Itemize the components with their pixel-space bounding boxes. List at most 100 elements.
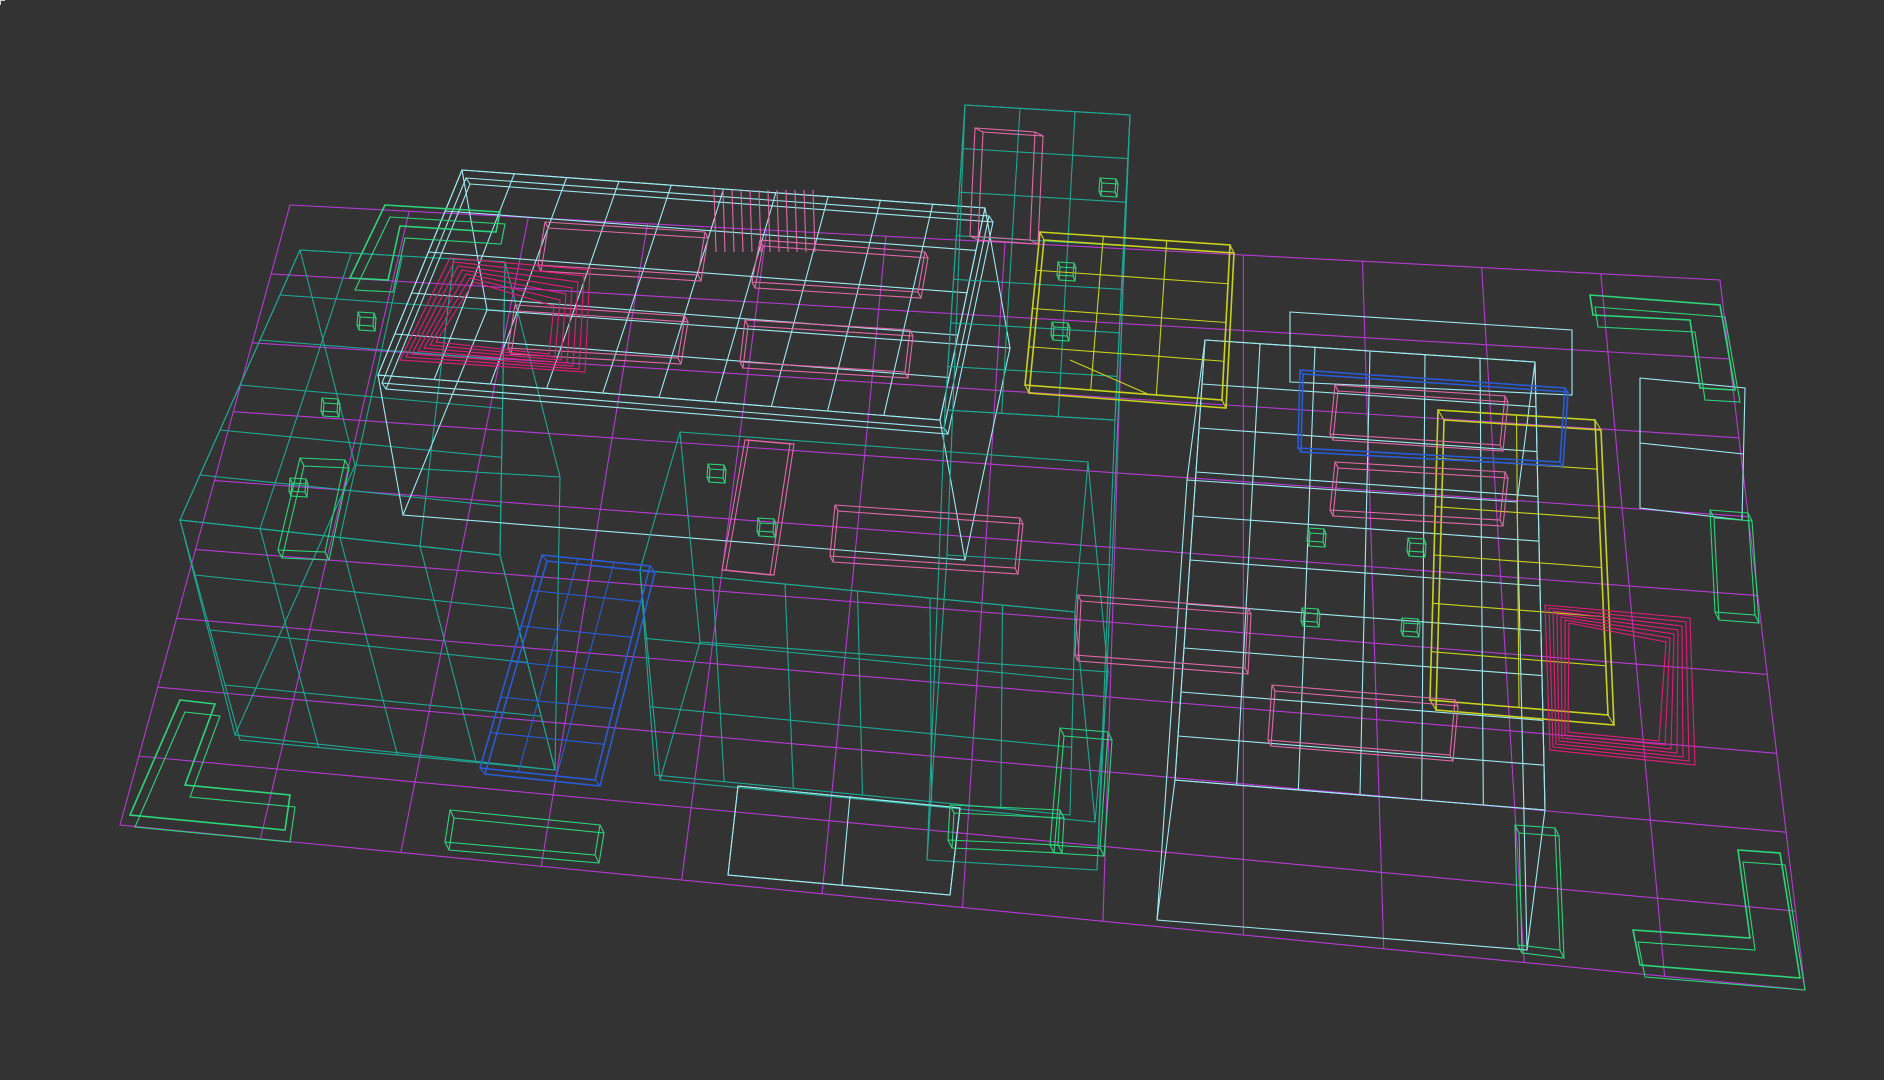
grid-line — [1639, 442, 1744, 455]
box-edge — [744, 319, 749, 327]
box-edge — [1186, 339, 1206, 481]
grid-line — [411, 292, 959, 336]
box-edge — [1504, 395, 1509, 403]
box-top — [1024, 231, 1231, 401]
box-edge — [1156, 779, 1176, 921]
box-edge — [1096, 419, 1116, 871]
l-shape-bottom — [1594, 306, 1741, 403]
box-edge — [834, 504, 839, 512]
box-edge — [381, 382, 387, 390]
box-edge — [1221, 399, 1227, 409]
box-top — [721, 439, 791, 576]
box-edge — [988, 215, 994, 223]
box-top — [179, 249, 506, 556]
railing-bar — [767, 189, 771, 253]
box-edge — [1059, 727, 1065, 737]
box-bottom — [754, 245, 929, 299]
box-edge — [1039, 231, 1045, 241]
box-edge — [829, 555, 834, 563]
box-edge — [984, 207, 1011, 349]
box-bottom — [727, 785, 961, 896]
box-bottom — [832, 510, 1024, 575]
box-edge — [1329, 509, 1334, 517]
grid-line — [521, 625, 632, 638]
box-edge — [947, 839, 953, 849]
grid-line — [770, 196, 829, 407]
box-bottom — [540, 227, 709, 282]
box-top — [969, 127, 1036, 241]
wire-face — [1024, 231, 1231, 401]
box-bottom — [977, 131, 1044, 245]
wire-edge — [841, 795, 851, 886]
green-l-shape-objects[interactable] — [128, 177, 1806, 991]
grid-line — [176, 617, 1777, 754]
box-bottom — [1435, 419, 1615, 726]
blue-panel-wireframe[interactable] — [478, 369, 1569, 787]
box-edge — [594, 854, 600, 864]
box-bottom — [951, 812, 1065, 854]
l-shape-top — [128, 699, 291, 831]
railing-bar — [785, 189, 789, 253]
left-room-walls-wireframe[interactable] — [179, 249, 561, 771]
box-top — [947, 804, 1061, 846]
box-edge — [544, 221, 549, 229]
grid-line — [219, 429, 502, 458]
3d-viewport[interactable] — [0, 0, 1884, 1080]
wireframe-scene[interactable] — [0, 0, 1884, 1080]
box-edge — [684, 315, 689, 323]
box-edge — [739, 361, 744, 369]
grid-line — [239, 384, 503, 410]
grid-line — [224, 684, 542, 717]
stair-step — [1564, 619, 1671, 746]
grid-line — [214, 480, 1758, 597]
grid-line — [711, 576, 725, 782]
grid-line — [199, 474, 501, 507]
box-edge — [909, 329, 914, 337]
grid-line — [490, 731, 605, 745]
box-edge — [917, 291, 922, 299]
box-edge — [599, 824, 605, 834]
box-edge — [904, 371, 909, 379]
railing-bar — [776, 189, 780, 253]
railing-bar — [740, 189, 744, 253]
box-edge — [1074, 611, 1096, 823]
box-top — [1709, 509, 1756, 616]
railing-bar — [731, 189, 735, 253]
tall-tower-wireframe[interactable] — [926, 104, 1131, 871]
box-edge — [1049, 844, 1055, 854]
box-bottom — [1077, 600, 1252, 675]
box-edge — [461, 169, 488, 311]
box-edge — [1499, 519, 1504, 527]
box-edge — [1244, 667, 1249, 675]
grid-line — [194, 574, 514, 610]
stair-step — [435, 281, 555, 355]
box-bottom — [659, 641, 1109, 823]
grid-line — [500, 696, 614, 710]
grid-line — [445, 210, 977, 251]
box-bottom — [402, 309, 1011, 561]
box-edge — [677, 357, 682, 365]
box-edge — [1111, 114, 1131, 566]
grid-line — [259, 339, 504, 361]
grid-line — [1361, 261, 1385, 949]
box-edge — [1334, 461, 1339, 469]
box-top — [751, 239, 926, 293]
box-edge — [1087, 461, 1109, 673]
l-shape-top — [1589, 294, 1736, 391]
grid-line — [546, 181, 620, 389]
box-top — [739, 319, 911, 373]
box-edge — [924, 251, 929, 259]
grid-line — [1028, 346, 1225, 362]
box-edge — [1074, 654, 1079, 662]
box-edge — [704, 231, 709, 239]
box-top — [277, 457, 346, 553]
box-edge — [449, 809, 455, 819]
wire-face — [1174, 339, 1546, 811]
railing-bar — [812, 189, 816, 253]
pink-furniture-wireframe[interactable] — [507, 127, 1509, 762]
grid-line — [1000, 604, 1004, 809]
grid-line — [784, 583, 794, 789]
grid-line — [259, 211, 410, 839]
stair-step — [1567, 622, 1667, 742]
grid-line — [658, 188, 725, 398]
